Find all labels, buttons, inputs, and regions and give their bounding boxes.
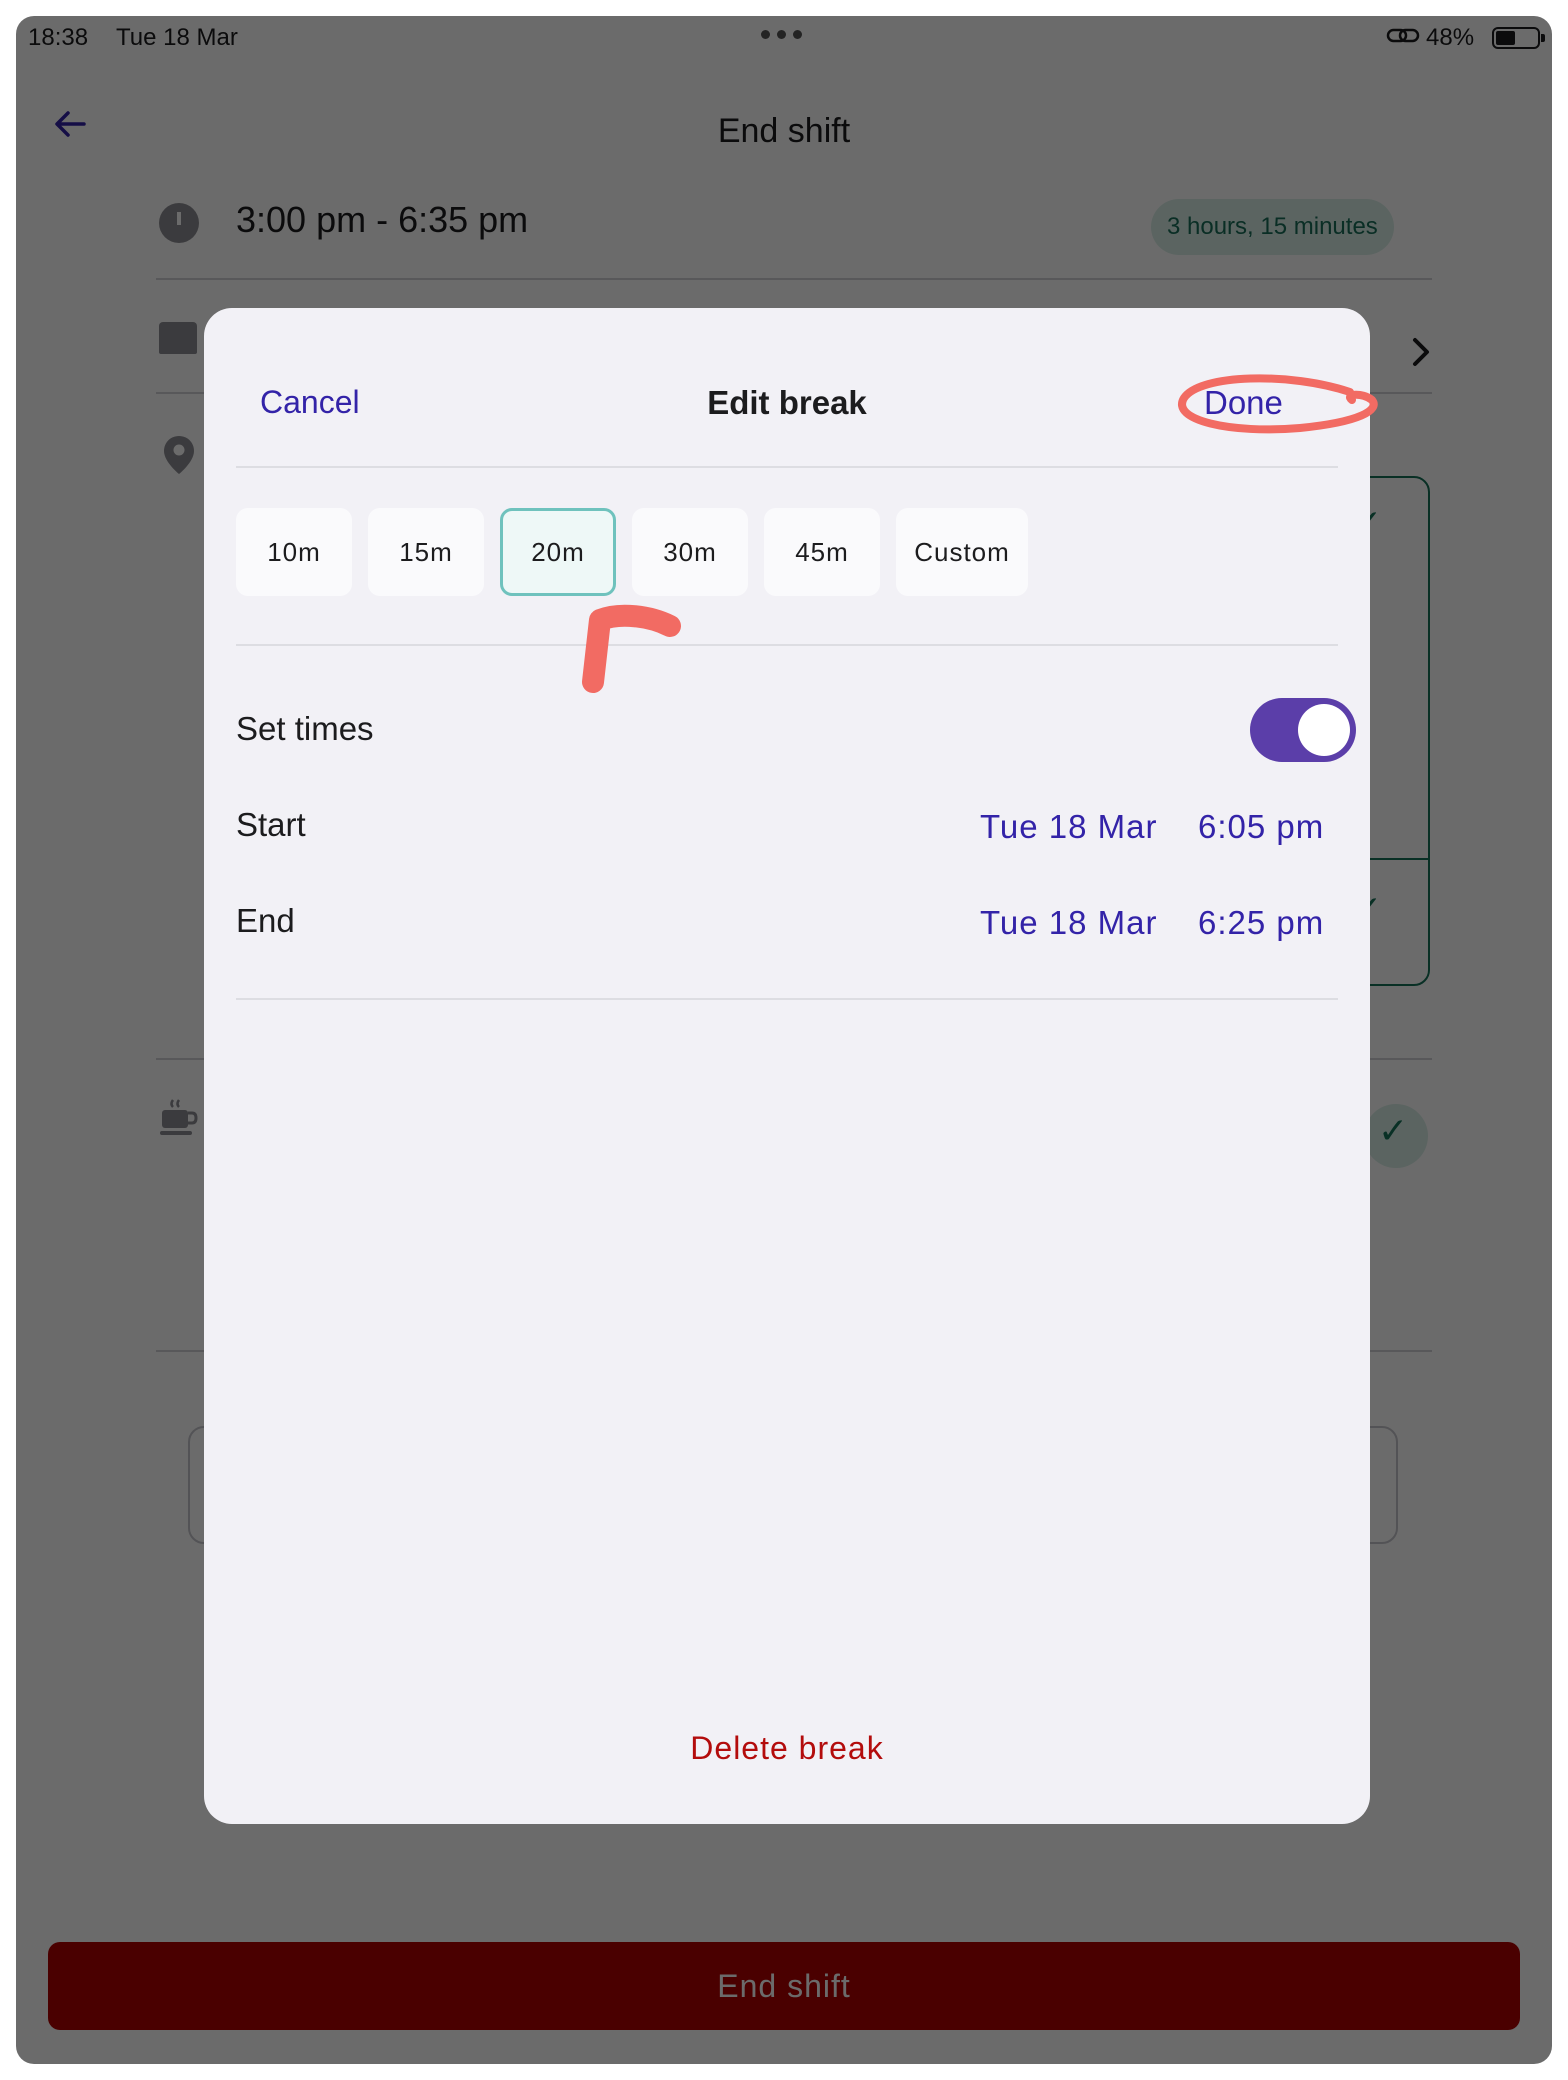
- edit-break-modal: Cancel Edit break Done 10m 15m 20m 30m 4…: [204, 308, 1370, 1824]
- modal-title: Edit break: [707, 384, 867, 421]
- page-title: End shift: [717, 112, 851, 150]
- location-pin-icon: [164, 436, 194, 474]
- end-date[interactable]: Tue 18 Mar: [980, 904, 1158, 942]
- end-time[interactable]: 6:25 pm: [1198, 904, 1324, 942]
- divider: [236, 998, 1338, 1000]
- chip-10m[interactable]: 10m: [236, 508, 352, 596]
- set-times-toggle[interactable]: [1250, 698, 1356, 762]
- device-screen: 18:38 Tue 18 Mar 48% End shift 3:00 pm -…: [16, 16, 1552, 2064]
- battery-percent: 48%: [1426, 24, 1475, 51]
- start-label: Start: [236, 806, 306, 843]
- chip-custom[interactable]: Custom: [896, 508, 1028, 596]
- start-time[interactable]: 6:05 pm: [1198, 808, 1324, 846]
- shift-time-range[interactable]: 3:00 pm - 6:35 pm: [236, 199, 528, 241]
- multitasking-dots-icon[interactable]: [761, 30, 802, 39]
- divider: [236, 644, 1338, 646]
- divider: [236, 466, 1338, 468]
- break-duration-chips: 10m 15m 20m 30m 45m Custom: [236, 508, 1028, 596]
- clock-icon: [159, 203, 199, 243]
- chip-30m[interactable]: 30m: [632, 508, 748, 596]
- status-time: 18:38: [28, 24, 89, 51]
- duration-badge: 3 hours, 15 minutes: [1151, 199, 1394, 255]
- chip-45m[interactable]: 45m: [764, 508, 880, 596]
- done-button[interactable]: Done: [1204, 384, 1283, 422]
- divider: [156, 278, 1432, 280]
- chip-20m[interactable]: 20m: [500, 508, 616, 596]
- status-date: Tue 18 Mar: [116, 24, 238, 51]
- check-icon: ✓: [1378, 1110, 1409, 1151]
- end-label: End: [236, 902, 295, 939]
- set-times-label: Set times: [236, 710, 374, 747]
- chevron-right-icon[interactable]: [1406, 334, 1436, 370]
- end-shift-button[interactable]: End shift: [48, 1942, 1520, 2030]
- coffee-cup-icon: [160, 1099, 198, 1135]
- start-date[interactable]: Tue 18 Mar: [980, 808, 1158, 846]
- delete-break-button[interactable]: Delete break: [204, 1730, 1370, 1767]
- link-icon: [1386, 28, 1420, 43]
- battery-icon: [1492, 27, 1545, 49]
- store-icon: [159, 322, 197, 354]
- status-bar: 18:38 Tue 18 Mar 48%: [16, 16, 1552, 56]
- chip-15m[interactable]: 15m: [368, 508, 484, 596]
